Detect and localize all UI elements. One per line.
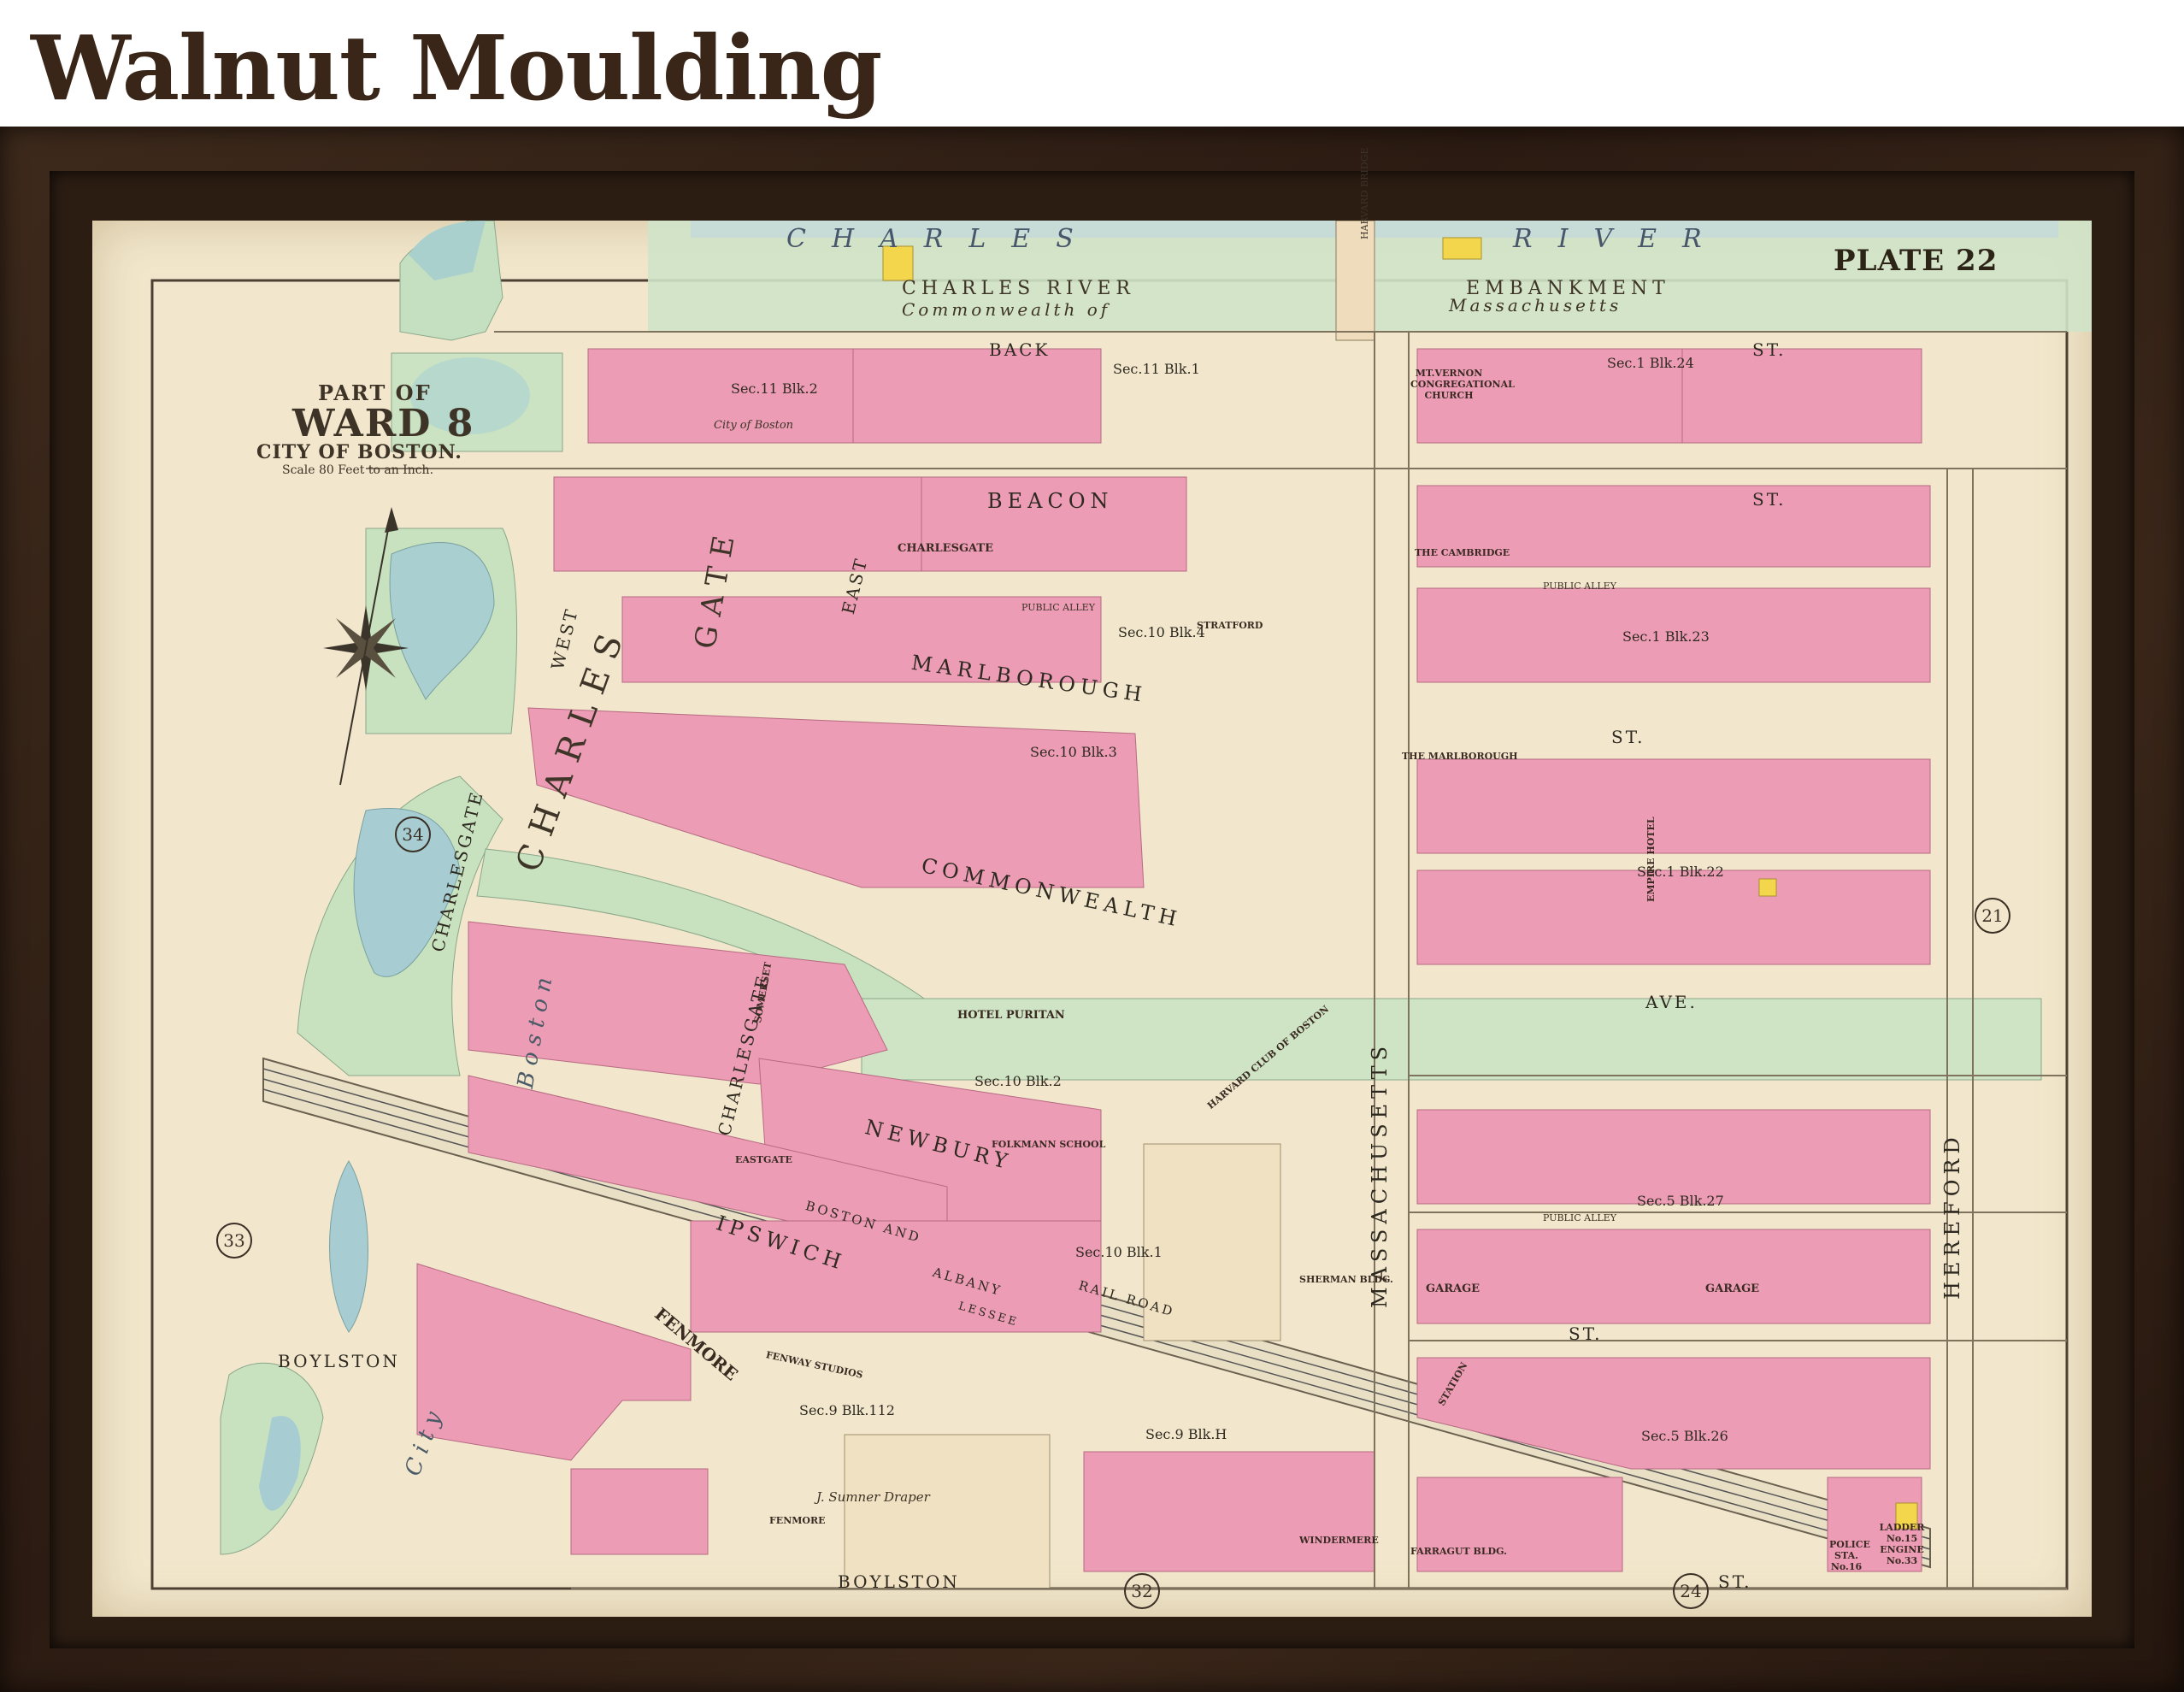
block-sec5-blk26 bbox=[1416, 1357, 1931, 1470]
yellow-bldg-3 bbox=[1758, 878, 1777, 897]
label-public-alley-2: PUBLIC ALLEY bbox=[1543, 581, 1616, 592]
sec10-blk3: Sec.10 Blk.3 bbox=[1030, 744, 1117, 760]
street-massachusetts: MASSACHUSETTS bbox=[1368, 1041, 1392, 1308]
plate-ref-32: 32 bbox=[1124, 1573, 1160, 1609]
block-sec5-blk27-north bbox=[1416, 1109, 1931, 1205]
bldg-empire-hotel: EMPIRE HOTEL bbox=[1645, 817, 1657, 902]
sec1-blk24: Sec.1 Blk.24 bbox=[1607, 355, 1694, 371]
block-fenway-studios bbox=[416, 1263, 692, 1461]
street-beacon: BEACON bbox=[987, 489, 1114, 513]
sec11-blk1: Sec.11 Blk.1 bbox=[1113, 361, 1200, 377]
block-sec10-blk3 bbox=[527, 707, 1145, 888]
sec5-blk26: Sec.5 Blk.26 bbox=[1641, 1428, 1728, 1444]
block-sec1-blk22 bbox=[1416, 870, 1931, 965]
plate-ref-21: 21 bbox=[1975, 898, 2010, 934]
block-sec5-blk27-south bbox=[1416, 1229, 1931, 1324]
label-commonwealth-of: Commonwealth of bbox=[902, 299, 1111, 320]
bldg-farragut: FARRAGUT BLDG. bbox=[1410, 1546, 1507, 1557]
bldg-city-of-boston: City of Boston bbox=[714, 419, 794, 432]
bldg-folkmann-school: FOLKMANN SCHOOL bbox=[992, 1139, 1106, 1150]
bldg-police-station: POLICE STA. No.16 bbox=[1829, 1539, 1870, 1572]
bldg-garage-1: GARAGE bbox=[1426, 1282, 1481, 1295]
street-marlborough-st: ST. bbox=[1611, 727, 1645, 747]
caption-title: Walnut Moulding bbox=[31, 15, 882, 121]
bldg-marlborough: THE MARLBOROUGH bbox=[1402, 751, 1518, 762]
label-charles-river: CHARLES RIVER bbox=[902, 278, 1135, 299]
street-boylston-st: ST. bbox=[1718, 1571, 1752, 1592]
label-harvard-bridge: HARVARD BRIDGE bbox=[1359, 147, 1370, 239]
block-sec9-blkh bbox=[1083, 1451, 1375, 1572]
street-boylston-west: BOYLSTON bbox=[278, 1351, 400, 1371]
bldg-stratford: STRATFORD bbox=[1197, 620, 1263, 631]
bldg-garage-2: GARAGE bbox=[1705, 1282, 1760, 1295]
street-back-st: ST. bbox=[1752, 339, 1787, 360]
bldg-charlesgate: CHARLESGATE bbox=[898, 542, 994, 555]
bldg-ladder-engine: LADDER No.15 ENGINE No.33 bbox=[1879, 1522, 1925, 1566]
sec11-blk2: Sec.11 Blk.2 bbox=[731, 380, 818, 397]
label-public-alley-1: PUBLIC ALLEY bbox=[1021, 602, 1095, 613]
label-massachusetts: Massachusetts bbox=[1449, 295, 1622, 315]
lot-j-sumner-draper-label: J. Sumner Draper bbox=[816, 1489, 930, 1505]
label-public-alley-3: PUBLIC ALLEY bbox=[1543, 1212, 1616, 1223]
street-commonwealth-ave: AVE. bbox=[1645, 992, 1698, 1012]
bldg-cambridge: THE CAMBRIDGE bbox=[1415, 547, 1510, 558]
block-sec1-blk24-east bbox=[1681, 348, 1922, 444]
sec5-blk27: Sec.5 Blk.27 bbox=[1637, 1193, 1724, 1209]
plate-ref-24: 24 bbox=[1673, 1573, 1709, 1609]
sec10-blk2: Sec.10 Blk.2 bbox=[974, 1073, 1062, 1089]
yellow-bldg-2 bbox=[1442, 237, 1482, 260]
street-newbury-st: ST. bbox=[1569, 1324, 1603, 1344]
title-city: CITY OF BOSTON. bbox=[256, 441, 462, 463]
title-scale: Scale 80 Feet to an Inch. bbox=[282, 463, 434, 477]
street-boylston: BOYLSTON bbox=[838, 1571, 960, 1592]
title-ward: WARD 8 bbox=[292, 402, 475, 445]
sec1-blk23: Sec.1 Blk.23 bbox=[1622, 628, 1710, 645]
label-river: RIVER bbox=[1513, 224, 1728, 254]
building-blocks bbox=[416, 348, 1931, 1572]
lot-j-sumner-draper bbox=[844, 1434, 1051, 1589]
bldg-windermere: WINDERMERE bbox=[1299, 1535, 1379, 1546]
block-marlborough-south bbox=[1416, 758, 1931, 854]
sec10-blk1: Sec.10 Blk.1 bbox=[1075, 1244, 1163, 1260]
plate-ref-34: 34 bbox=[395, 817, 431, 852]
street-beacon-st: ST. bbox=[1752, 489, 1787, 510]
bldg-eastgate: EASTGATE bbox=[735, 1154, 792, 1165]
muddy-river bbox=[329, 1160, 368, 1333]
block-farragut bbox=[1416, 1477, 1623, 1572]
bldg-fenmore: FENMORE bbox=[769, 1515, 826, 1526]
bldg-sherman: SHERMAN BLDG. bbox=[1299, 1274, 1393, 1285]
street-back: BACK bbox=[989, 339, 1051, 360]
street-hereford: HEREFORD bbox=[1940, 1132, 1964, 1300]
bldg-hotel-puritan: HOTEL PURITAN bbox=[957, 1009, 1065, 1022]
sec10-blk4: Sec.10 Blk.4 bbox=[1118, 624, 1205, 640]
plate-ref-33: 33 bbox=[216, 1223, 252, 1259]
block-fenmore bbox=[570, 1468, 709, 1555]
label-charles: CHARLES bbox=[786, 224, 1099, 254]
block-sec11-blk1-east bbox=[852, 348, 1102, 444]
bldg-mt-vernon-church: MT.VERNON CONGREGATIONAL CHURCH bbox=[1410, 368, 1515, 401]
plate-number: PLATE 22 bbox=[1834, 244, 1999, 278]
sec9-blk112: Sec.9 Blk.112 bbox=[799, 1402, 895, 1418]
sec9-blkh: Sec.9 Blk.H bbox=[1145, 1426, 1227, 1442]
